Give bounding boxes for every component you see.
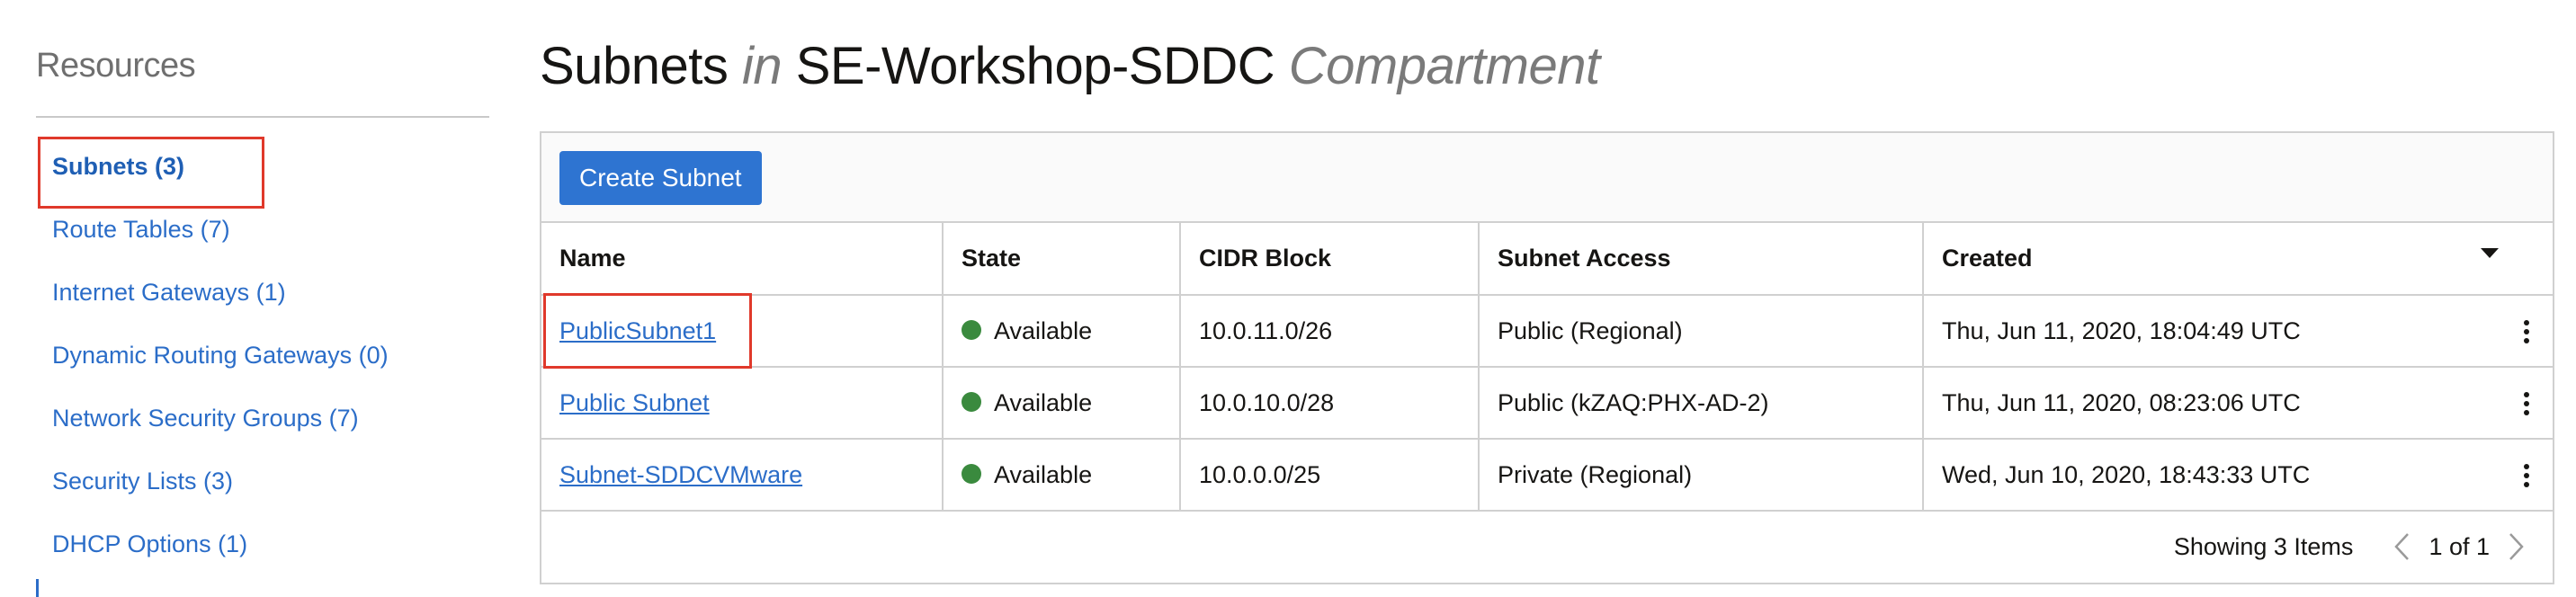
cidr-cell: 10.0.0.0/25 (1180, 439, 1480, 512)
page-indicator: 1 of 1 (2428, 532, 2490, 560)
column-header-cidr-block[interactable]: CIDR Block (1180, 223, 1480, 296)
kebab-menu-icon[interactable] (2524, 464, 2529, 487)
status-dot-icon (962, 392, 981, 413)
created-cell: Thu, Jun 11, 2020, 18:04:49 UTC (1923, 295, 2553, 368)
page-title-suffix: Compartment (1288, 37, 1600, 95)
sidebar-divider (36, 116, 489, 118)
status-dot-icon (962, 464, 981, 485)
panel-toolbar: Create Subnet (541, 133, 2553, 223)
state-label: Available (994, 316, 1093, 344)
sidebar-item-security-lists[interactable]: Security Lists (3) (36, 450, 489, 512)
chevron-left-icon[interactable] (2393, 529, 2411, 565)
table-row: Subnet-SDDCVMware Available 10.0.0.0/25 … (541, 439, 2553, 512)
table-row: PublicSubnet1 Available 10.0.11.0/26 Pub… (541, 295, 2553, 368)
subnet-access-cell: Public (Regional) (1479, 295, 1924, 368)
sidebar-item-label: Dynamic Routing Gateways (0) (52, 341, 389, 369)
sidebar-item-label: Security Lists (3) (52, 467, 234, 495)
state-label: Available (994, 388, 1093, 416)
state-cell: Available (943, 295, 1181, 368)
column-header-created-label: Created (1942, 245, 2033, 272)
created-label: Thu, Jun 11, 2020, 18:04:49 UTC (1942, 316, 2301, 344)
table-header-row: Name State CIDR Block Subnet Access Crea… (541, 223, 2553, 296)
status-dot-icon (962, 320, 981, 341)
table-row: Public Subnet Available 10.0.10.0/28 Pub… (541, 367, 2553, 440)
sidebar-item-dhcp-options[interactable]: DHCP Options (1) (36, 512, 489, 575)
page-title-main: Subnets (540, 37, 729, 95)
subnets-table: Name State CIDR Block Subnet Access Crea… (541, 223, 2553, 512)
page-title-compartment: SE-Workshop-SDDC (795, 37, 1275, 95)
resources-sidebar: Resources Subnets (3) Route Tables (7) I… (36, 0, 489, 597)
state-label: Available (994, 460, 1093, 488)
sidebar-title: Resources (36, 47, 196, 85)
state-cell: Available (943, 367, 1181, 440)
table-footer: Showing 3 Items 1 of 1 (541, 511, 2553, 583)
sidebar-item-internet-gateways[interactable]: Internet Gateways (1) (36, 261, 489, 324)
subnet-access-cell: Public (kZAQ:PHX-AD-2) (1479, 367, 1924, 440)
name-cell: Subnet-SDDCVMware (541, 439, 944, 512)
kebab-menu-icon[interactable] (2524, 320, 2529, 343)
created-cell: Thu, Jun 11, 2020, 08:23:06 UTC (1923, 367, 2553, 440)
cidr-cell: 10.0.11.0/26 (1180, 295, 1480, 368)
name-cell: Public Subnet (541, 367, 944, 440)
created-label: Thu, Jun 11, 2020, 08:23:06 UTC (1942, 388, 2301, 416)
sidebar-item-subnets[interactable]: Subnets (3) (36, 135, 489, 198)
sidebar-item-label: Internet Gateways (1) (52, 278, 286, 306)
subnet-name-link[interactable]: PublicSubnet1 (559, 317, 716, 344)
sidebar-item-label: Network Security Groups (7) (52, 404, 359, 432)
create-subnet-button[interactable]: Create Subnet (559, 151, 762, 205)
page-title: Subnets in SE-Workshop-SDDC Compartment (540, 36, 1600, 96)
cidr-cell: 10.0.10.0/28 (1180, 367, 1480, 440)
chevron-right-icon[interactable] (2508, 529, 2526, 565)
sidebar-item-label: Route Tables (7) (52, 215, 230, 243)
page-title-in: in (741, 37, 783, 95)
sidebar-item-label: DHCP Options (1) (52, 530, 248, 557)
page: Resources Subnets (3) Route Tables (7) I… (0, 0, 2576, 597)
column-header-name[interactable]: Name (541, 223, 944, 296)
state-cell: Available (943, 439, 1181, 512)
column-header-created[interactable]: Created (1923, 223, 2553, 296)
sidebar-item-network-security-groups[interactable]: Network Security Groups (7) (36, 387, 489, 450)
created-cell: Wed, Jun 10, 2020, 18:43:33 UTC (1923, 439, 2553, 512)
sidebar-item-route-tables[interactable]: Route Tables (7) (36, 198, 489, 261)
subnets-panel: Create Subnet Name State CIDR Block Subn… (540, 131, 2554, 584)
subnet-name-link[interactable]: Public Subnet (559, 389, 710, 416)
sidebar-list: Subnets (3) Route Tables (7) Internet Ga… (36, 135, 489, 575)
caret-down-icon[interactable] (2481, 248, 2499, 258)
sidebar-item-label: Subnets (3) (52, 152, 185, 180)
item-count: Showing 3 Items (2173, 532, 2354, 560)
sidebar-scroll-accent (36, 579, 39, 597)
created-label: Wed, Jun 10, 2020, 18:43:33 UTC (1942, 460, 2311, 488)
kebab-menu-icon[interactable] (2524, 392, 2529, 415)
column-header-subnet-access[interactable]: Subnet Access (1479, 223, 1924, 296)
column-header-state[interactable]: State (943, 223, 1181, 296)
subnet-access-cell: Private (Regional) (1479, 439, 1924, 512)
name-cell: PublicSubnet1 (541, 295, 944, 368)
subnet-name-link[interactable]: Subnet-SDDCVMware (559, 461, 802, 488)
sidebar-item-dynamic-routing-gateways[interactable]: Dynamic Routing Gateways (0) (36, 324, 489, 387)
